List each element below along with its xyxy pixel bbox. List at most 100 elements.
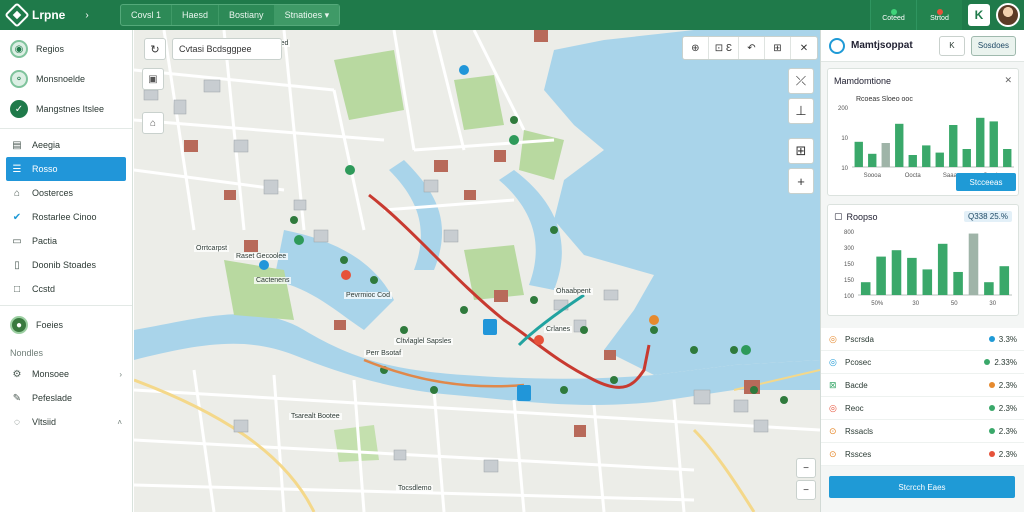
bar [962, 149, 971, 167]
tab-0[interactable]: Covsl 1 [121, 5, 173, 25]
divider [0, 305, 132, 306]
sidebar-item-regions[interactable]: ◉ Regios [0, 34, 132, 64]
sidebar-item-label: Aeegia [32, 140, 61, 150]
status-badge: Q338 25.% [963, 211, 1012, 222]
list-item[interactable]: ◎ Pcosec 2.33% [821, 351, 1024, 374]
pen-icon: ✎ [12, 392, 22, 404]
status-connected[interactable]: Coteed [870, 0, 916, 30]
chevron-right-icon: › [119, 369, 122, 379]
map-label: Cltvlaglel Sapsles [394, 338, 454, 345]
document-icon: ▤ [12, 139, 22, 151]
metric-icon: ◎ [829, 356, 837, 367]
bar [854, 141, 863, 167]
map-label: Perr Bsotaf [364, 350, 404, 357]
sidebar-item-featured[interactable]: ● Foeies [0, 310, 132, 340]
tab-1[interactable]: Haesd [172, 5, 220, 25]
bar [999, 266, 1010, 295]
metric-dot-icon [988, 428, 995, 434]
grid-icon[interactable]: ⊞ [765, 37, 791, 59]
status-stopped-label: Strtod [930, 14, 949, 22]
app-name: Lrpne [32, 8, 66, 22]
layers-toggle-button[interactable]: ⊡ Ɛ [709, 37, 739, 59]
sidebar-item-0[interactable]: ▤ Aeegia [0, 133, 132, 157]
metric-label: Bacde [845, 380, 868, 390]
primary-button[interactable]: Stcrcch Eaes [829, 476, 1015, 498]
map-view[interactable]: Hoeetio BeedOrrtcarpstCactenensPerr Bsot… [134, 30, 820, 512]
bar [976, 117, 985, 167]
map-label: Tsarealt Bootee [289, 413, 342, 420]
card-title-row: ▢ Roopso Q338 25.% [828, 205, 1018, 222]
undo-icon[interactable]: ↶ [739, 37, 765, 59]
sidebar-item-label: Monsoee [32, 369, 70, 379]
y-tick-label: 10 [841, 166, 848, 172]
close-icon[interactable]: ✕ [1004, 75, 1012, 86]
chart-title: Rcoeas Sloeo ooc [856, 96, 913, 103]
sidebar-item-monitor[interactable]: ⚬ Monsnoelde [0, 64, 132, 94]
route-icon[interactable]: ⤫ [788, 68, 814, 94]
map-canvas[interactable] [134, 30, 820, 512]
check-icon: ✓ [10, 100, 28, 118]
panel-title: Mamtjsoppat [851, 40, 913, 51]
list-item[interactable]: ⊙ Rssacls 2.3% [821, 420, 1024, 443]
sidebar-item-edit[interactable]: ✎ Pefeslade [0, 386, 132, 410]
sidebar-item-label: Rostarlee Cinoo [32, 212, 97, 222]
refresh-icon[interactable]: ↻ [144, 38, 166, 60]
sidebar-item-settings[interactable]: ⚙ Monsoee › [0, 362, 132, 386]
y-tick-label: 100 [844, 294, 855, 300]
sidebar-item-label: Oosterces [32, 188, 74, 198]
layers-icon[interactable]: ▣ [142, 68, 164, 90]
list-item[interactable]: ⊠ Bacde 2.3% [821, 374, 1024, 397]
cart-icon[interactable]: ⊞ [788, 138, 814, 164]
zoom-in-button[interactable]: + [788, 168, 814, 194]
bar [989, 121, 998, 167]
tab-3[interactable]: Stnatioes ▾ [274, 5, 340, 25]
sidebar-item-help[interactable]: ◌ Vltsiid ˄ [0, 410, 132, 434]
sidebar-item-management[interactable]: ✓ Mangstnes Itslee [0, 94, 132, 124]
reset-view-button[interactable]: − [796, 480, 816, 500]
card-box-icon: ▢ [834, 211, 843, 221]
bar [895, 123, 904, 167]
bar [935, 152, 944, 167]
tab-2[interactable]: Bostiany [219, 5, 275, 25]
panel-action-button[interactable]: Sosdoes [970, 35, 1016, 56]
gear-icon: ⚙ [12, 368, 22, 380]
y-tick-label: 150 [844, 278, 855, 284]
list-item[interactable]: ⊙ Rssces 2.3% [821, 443, 1024, 466]
sidebar-item-2[interactable]: ⌂ Oosterces [0, 181, 132, 205]
x-tick-label: 50 [951, 301, 958, 307]
bar [881, 143, 890, 167]
sidebar-item-3[interactable]: ✔ Rostarlee Cinoo [0, 205, 132, 229]
zoom-out-button[interactable]: − [796, 458, 816, 478]
folder-icon: ▭ [12, 235, 22, 247]
measure-icon[interactable]: ⊥ [788, 98, 814, 124]
metric-dot-icon [988, 451, 995, 457]
avatar[interactable] [996, 3, 1020, 27]
right-panel: Mamtjsoppat K Sosdoes Mamdomtione ✕ Rcoe… [820, 30, 1024, 512]
app-logo[interactable]: Lrpne › [0, 2, 120, 28]
sidebar-item-4[interactable]: ▭ Pactia [0, 229, 132, 253]
map-search-input[interactable]: Cvtasi Bcdsggpee [172, 38, 282, 60]
map-label: Orrtcarpst [194, 245, 230, 252]
target-icon[interactable]: ⊕ [683, 37, 709, 59]
sidebar-item-5[interactable]: ▯ Doonib Stoades [0, 253, 132, 277]
sidebar-item-1[interactable]: ☰ Rosso [6, 157, 126, 181]
check-icon: ✔ [12, 211, 22, 223]
bar [1003, 149, 1012, 167]
top-action-button[interactable]: K [968, 4, 990, 26]
sidebar-item-6[interactable]: □ Ccstd [0, 277, 132, 301]
chart-action-button[interactable]: Stcceeas [956, 173, 1016, 191]
metric-value: 2.3% [988, 450, 1017, 459]
status-stopped[interactable]: Strtod [916, 0, 962, 30]
close-icon[interactable]: ✕ [791, 37, 817, 59]
x-tick-label: 30 [912, 301, 919, 307]
metric-percent: 3.3% [998, 334, 1017, 344]
chevron-right-icon[interactable]: › [85, 10, 88, 21]
list-item[interactable]: ◎ Reoc 2.3% [821, 397, 1024, 420]
sidebar-item-label: Pactia [32, 236, 58, 246]
bar [968, 233, 979, 295]
panel-select[interactable]: K [938, 35, 965, 56]
list-item[interactable]: ◎ Pscrsda 3.3% [821, 328, 1024, 351]
x-tick-label: Soooa [864, 173, 882, 179]
lock-icon[interactable]: ⌂ [142, 112, 164, 134]
metric-icon: ⊙ [829, 448, 837, 459]
